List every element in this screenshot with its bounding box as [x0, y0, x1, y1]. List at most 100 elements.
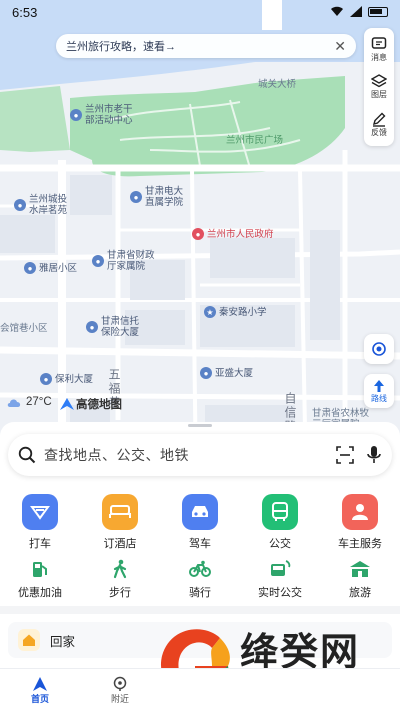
map-label-huiguan: 会馆巷小区 [0, 323, 48, 334]
temperature: 27°C [26, 396, 52, 408]
feedback-icon [372, 112, 386, 127]
amap-logo-icon [60, 398, 74, 410]
car-owner-icon [342, 494, 378, 530]
service-label: 驾车 [189, 538, 211, 550]
service-label: 车主服务 [338, 538, 382, 550]
poi-marker-icon: ● [130, 191, 142, 203]
tool-label: 反馈 [371, 127, 387, 137]
microphone-icon[interactable] [366, 445, 382, 465]
poi-marker-icon: ● [200, 367, 212, 379]
message-icon [371, 37, 387, 49]
nav-label: 附近 [110, 693, 129, 704]
service-walk[interactable]: 步行 [84, 556, 156, 600]
service-bike[interactable]: 骑行 [164, 556, 236, 600]
tool-label: 消息 [371, 53, 387, 63]
tool-label: 图层 [371, 90, 387, 100]
poi-label: 亚盛大厦 [215, 367, 254, 379]
layers-icon [371, 74, 387, 88]
service-drive[interactable]: 驾车 [164, 494, 236, 551]
poi-qinan-school[interactable]: ★ 秦安路小学 [204, 306, 267, 318]
poi-tv-school[interactable]: ● 甘肃电大 直属学院 [130, 186, 183, 208]
route-arrow-icon [374, 379, 384, 392]
home-arrow-icon [33, 676, 47, 691]
travel-guide-banner[interactable]: 兰州旅行攻略，速看→ ✕ [56, 34, 356, 58]
taxi-icon [22, 494, 58, 530]
close-icon[interactable]: ✕ [334, 38, 346, 55]
poi-yasheng[interactable]: ● 亚盛大厦 [200, 367, 253, 379]
service-hotel[interactable]: 订酒店 [84, 494, 156, 551]
school-marker-icon: ★ [204, 306, 216, 318]
home-label: 回家 [50, 634, 76, 649]
brand-text: 高德地图 [76, 399, 122, 411]
service-taxi[interactable]: 打车 [4, 494, 76, 551]
service-label: 优惠加油 [18, 587, 62, 599]
poi-marker-icon: ● [92, 255, 104, 267]
status-bar: 6:53 [0, 0, 400, 24]
home-icon [18, 629, 40, 651]
route-button[interactable]: 路线 [364, 374, 394, 408]
hotel-bed-icon [102, 494, 138, 530]
locate-icon [372, 342, 386, 356]
poi-label: 保利大厦 [55, 373, 94, 385]
walk-icon [107, 556, 133, 582]
service-travel[interactable]: 旅游 [324, 556, 396, 600]
bottom-nav: 首页 附近 [0, 668, 400, 711]
weather-widget[interactable]: 27°C [6, 396, 52, 408]
poi-label: 甘肃信托 保险大厦 [101, 316, 140, 338]
wifi-icon [330, 5, 344, 20]
service-label: 骑行 [189, 587, 211, 599]
poi-baoli[interactable]: ● 保利大厦 [40, 373, 93, 385]
secondary-services: 优惠加油 步行 骑行 实时公交 旅游 [0, 556, 400, 600]
scan-icon[interactable] [336, 446, 354, 464]
service-fuel[interactable]: 优惠加油 [4, 556, 76, 600]
nav-home[interactable]: 首页 [0, 669, 80, 711]
locate-button[interactable] [364, 334, 394, 364]
government-pin-icon: ● [192, 228, 204, 240]
service-realtime-bus[interactable]: 实时公交 [244, 556, 316, 600]
poi-label: 兰州市人民政府 [207, 228, 274, 240]
service-label: 旅游 [349, 587, 371, 599]
poi-label: 甘肃电大 直属学院 [145, 186, 184, 208]
poi-finance[interactable]: ● 甘肃省财政 厅家属院 [92, 250, 155, 272]
search-icon [18, 446, 36, 464]
bus-icon [262, 494, 298, 530]
realtime-bus-icon [267, 556, 293, 582]
primary-services: 打车 订酒店 驾车 公交 车主服务 [0, 494, 400, 551]
drag-handle[interactable] [188, 424, 212, 427]
fuel-pump-icon [27, 556, 53, 582]
poi-marker-icon: ● [40, 373, 52, 385]
service-label: 公交 [269, 538, 291, 550]
message-button[interactable]: 消息 [371, 36, 387, 63]
poi-teahouse[interactable]: ● 兰州城投 水岸茗苑 [14, 194, 67, 216]
poi-marker-icon: ● [14, 199, 26, 211]
route-label: 路线 [371, 393, 387, 403]
service-label: 步行 [109, 587, 131, 599]
poi-marker-icon: ● [86, 321, 98, 333]
service-label: 订酒店 [103, 538, 137, 550]
service-bus[interactable]: 公交 [244, 494, 316, 551]
poi-marker-icon: ● [24, 262, 36, 274]
search-bar[interactable]: 查找地点、公交、地铁 [8, 434, 392, 476]
amap-brand: 高德地图 [60, 396, 122, 412]
map-tools-panel: 消息 图层 反馈 [364, 28, 394, 146]
travel-icon [347, 556, 373, 582]
status-time: 6:53 [12, 4, 38, 20]
service-car-owner[interactable]: 车主服务 [324, 494, 396, 551]
poi-label: 雅居小区 [39, 262, 78, 274]
poi-marker-icon: ● [70, 109, 82, 121]
poi-cadre-center[interactable]: ● 兰州市老干 部活动中心 [70, 104, 133, 126]
cloud-icon [7, 398, 21, 407]
home-shortcut[interactable]: 回家 [8, 622, 392, 658]
poi-label: 兰州市老干 部活动中心 [85, 104, 133, 126]
nav-nearby[interactable]: 附近 [80, 669, 160, 711]
search-input[interactable]: 查找地点、公交、地铁 [44, 445, 324, 465]
battery-icon [368, 7, 388, 17]
poi-yaju[interactable]: ● 雅居小区 [24, 262, 77, 274]
service-label: 实时公交 [258, 587, 302, 599]
poi-trust[interactable]: ● 甘肃信托 保险大厦 [86, 316, 139, 338]
map-label-square: 兰州市民广场 [226, 135, 284, 146]
feedback-button[interactable]: 反馈 [371, 111, 387, 138]
layers-button[interactable]: 图层 [371, 73, 387, 100]
poi-city-government[interactable]: ● 兰州市人民政府 [192, 228, 274, 240]
banner-text[interactable]: 兰州旅行攻略，速看→ [66, 38, 334, 54]
